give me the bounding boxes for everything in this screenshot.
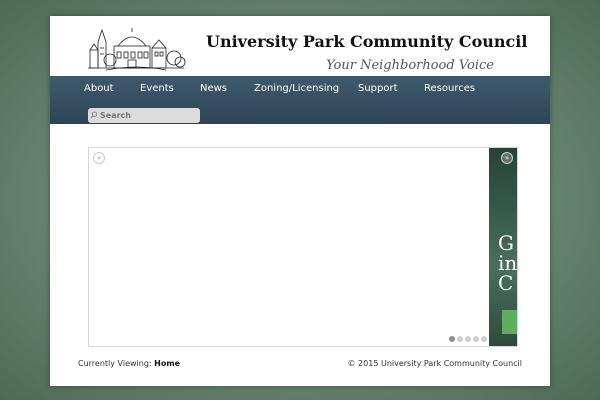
image-slider: « G in C » <box>88 147 518 347</box>
copyright: © 2015 University Park Community Council <box>347 359 522 368</box>
site-title[interactable]: University Park Community Council <box>206 32 527 51</box>
slider-pagination <box>449 336 487 342</box>
nav-menu: About Events News Zoning/Licensing Suppo… <box>50 76 550 104</box>
slider-dot[interactable] <box>473 336 479 342</box>
nav-item-news[interactable]: News <box>200 83 227 94</box>
site-header: University Park Community Council Your N… <box>50 16 550 76</box>
breadcrumb-label: Currently Viewing: <box>78 359 152 368</box>
slide-image: G in C <box>489 148 517 346</box>
slider-dot[interactable] <box>481 336 487 342</box>
slider-dot[interactable] <box>457 336 463 342</box>
breadcrumb: Currently Viewing: Home <box>78 359 180 368</box>
slide-button[interactable] <box>502 310 517 334</box>
search-input[interactable] <box>100 111 192 120</box>
chevron-left-icon: « <box>96 154 102 162</box>
chevron-right-icon: » <box>504 154 510 162</box>
breadcrumb-current[interactable]: Home <box>154 359 180 368</box>
site-logo-icon[interactable] <box>86 24 186 72</box>
main-navigation: About Events News Zoning/Licensing Suppo… <box>50 76 550 124</box>
site-tagline: Your Neighborhood Voice <box>326 58 494 73</box>
slider-dot[interactable] <box>449 336 455 342</box>
page-container: University Park Community Council Your N… <box>50 16 550 386</box>
nav-item-about[interactable]: About <box>84 83 114 94</box>
nav-item-zoning-licensing[interactable]: Zoning/Licensing <box>254 83 339 94</box>
slider-prev-button[interactable]: « <box>93 152 105 164</box>
slider-next-button[interactable]: » <box>501 152 513 164</box>
nav-item-resources[interactable]: Resources <box>424 83 475 94</box>
search-box[interactable] <box>88 108 200 123</box>
nav-item-events[interactable]: Events <box>140 83 174 94</box>
slider-dot[interactable] <box>465 336 471 342</box>
slide-caption: G in C <box>498 231 517 295</box>
search-icon <box>88 111 100 121</box>
nav-item-support[interactable]: Support <box>358 83 398 94</box>
